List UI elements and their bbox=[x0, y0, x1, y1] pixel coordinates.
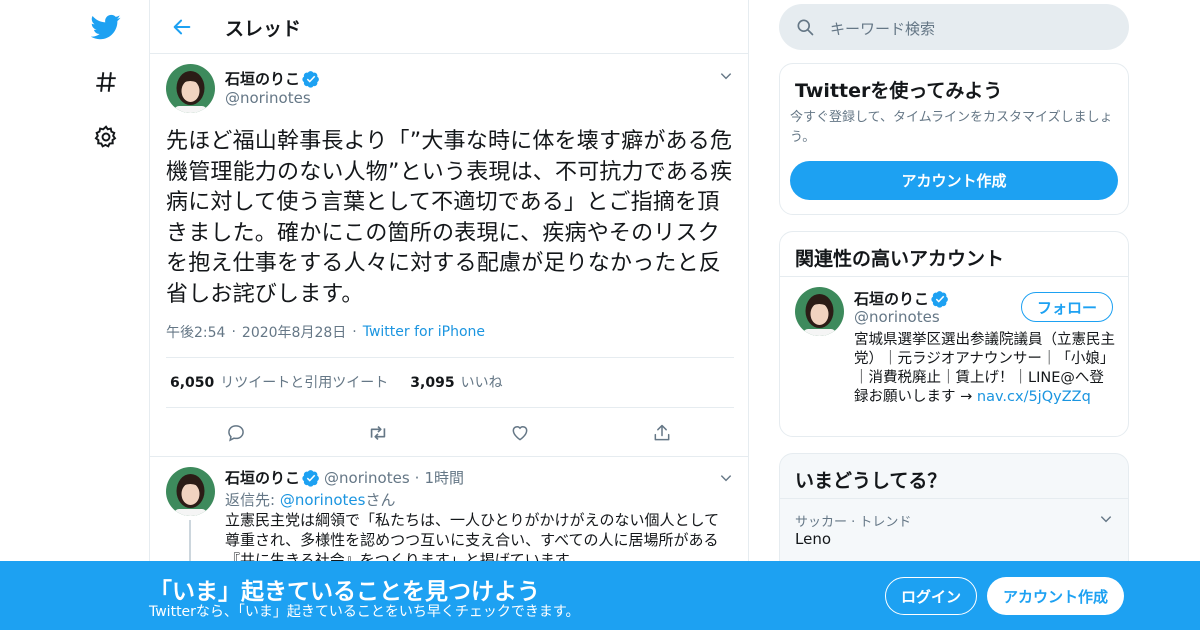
bio-link[interactable]: nav.cx/5jQyZZq bbox=[977, 389, 1091, 405]
hashtag-icon[interactable] bbox=[84, 60, 128, 104]
meta-separator: · bbox=[352, 324, 357, 340]
avatar[interactable] bbox=[166, 467, 215, 516]
related-author[interactable]: 石垣のりこ bbox=[854, 288, 949, 309]
twitter-bird-icon[interactable] bbox=[84, 5, 128, 49]
retweet-count: 6,050 bbox=[170, 375, 215, 391]
reply-to-suffix: さん bbox=[365, 491, 396, 509]
chevron-down-icon[interactable] bbox=[1096, 509, 1116, 529]
meta-separator: · bbox=[231, 324, 236, 340]
divider bbox=[166, 407, 734, 408]
divider bbox=[166, 357, 734, 358]
gear-icon[interactable] bbox=[84, 115, 128, 159]
signup-card-text: 今すぐ登録して、タイムラインをカスタマイズしましょう。 bbox=[790, 110, 1113, 145]
meta-separator: · bbox=[414, 468, 420, 487]
divider bbox=[780, 498, 1128, 499]
chevron-down-icon[interactable] bbox=[716, 66, 736, 86]
reply-header: 石垣のりこ @norinotes · 1時間 bbox=[225, 467, 464, 488]
tweet-meta: 午後2:54 · 2020年8月28日 · Twitter for iPhone bbox=[166, 322, 485, 342]
divider bbox=[150, 456, 748, 457]
timeline-column: スレッド 石垣のりこ @norinotes 先ほど福山幹事長より「”大事な時に体… bbox=[149, 0, 749, 630]
login-button[interactable]: ログイン bbox=[885, 577, 977, 615]
avatar[interactable] bbox=[795, 287, 844, 336]
divider bbox=[780, 276, 1128, 277]
verified-badge-icon bbox=[302, 469, 320, 487]
verified-badge-icon bbox=[931, 290, 949, 308]
related-author-bio: 宮城県選挙区選出参議院議員（立憲民主党）｜元ラジオアナウンサー｜「小娘」｜消費税… bbox=[854, 331, 1116, 407]
tweet-source[interactable]: Twitter for iPhone bbox=[363, 324, 485, 340]
search-input[interactable]: キーワード検索 bbox=[830, 18, 935, 39]
tweet-date[interactable]: 2020年8月28日 bbox=[242, 322, 346, 342]
trend-category: サッカー · トレンド bbox=[795, 515, 912, 530]
tweet-actions bbox=[150, 418, 748, 448]
retweet-icon[interactable] bbox=[363, 418, 393, 448]
like-label: いいね bbox=[460, 375, 503, 391]
trends-card-title: いまどうしてる？ bbox=[795, 470, 947, 492]
create-account-button[interactable]: アカウント作成 bbox=[790, 161, 1118, 200]
search-icon bbox=[795, 17, 815, 37]
reply-author-handle[interactable]: @norinotes bbox=[324, 469, 410, 487]
retweet-count-link[interactable]: 6,050 リツイートと引用ツイート bbox=[170, 372, 388, 392]
signup-card-title: Twitterを使ってみよう bbox=[795, 80, 1003, 102]
banner-subtitle: Twitterなら、「いま」起きていることをいち早くチェックできます。 bbox=[149, 604, 580, 620]
avatar[interactable] bbox=[166, 64, 215, 113]
search-box[interactable]: キーワード検索 bbox=[779, 4, 1129, 50]
verified-badge-icon bbox=[302, 70, 320, 88]
left-nav bbox=[84, 0, 128, 630]
reply-author-name[interactable]: 石垣のりこ bbox=[225, 467, 300, 488]
tweet-stats: 6,050 リツイートと引用ツイート 3,095 いいね bbox=[170, 372, 503, 392]
tweet-text: 先ほど福山幹事長より「”大事な時に体を壊す癖がある危機管理能力のない人物”という… bbox=[166, 129, 733, 307]
author-handle[interactable]: @norinotes bbox=[225, 89, 311, 107]
related-card-title: 関連性の高いアカウント bbox=[795, 248, 1005, 270]
related-accounts-card: 関連性の高いアカウント 石垣のりこ @norinotes フォロー 宮城県選挙区… bbox=[779, 231, 1129, 437]
tweet-time[interactable]: 午後2:54 bbox=[166, 322, 225, 342]
column-header: スレッド bbox=[150, 0, 748, 54]
retweet-label: リツイートと引用ツイート bbox=[220, 375, 389, 391]
signup-banner: 「いま」起きていることを見つけよう Twitterなら、「いま」起きていることを… bbox=[0, 561, 1200, 630]
reply-to-prefix: 返信先: bbox=[225, 491, 280, 509]
like-count: 3,095 bbox=[410, 375, 455, 391]
share-icon[interactable] bbox=[647, 418, 677, 448]
follow-button[interactable]: フォロー bbox=[1021, 292, 1113, 322]
signup-button[interactable]: アカウント作成 bbox=[987, 577, 1124, 615]
related-author-handle[interactable]: @norinotes bbox=[854, 308, 940, 326]
author-name-text[interactable]: 石垣のりこ bbox=[225, 68, 300, 89]
back-arrow-icon[interactable] bbox=[166, 11, 198, 43]
signup-card: Twitterを使ってみよう 今すぐ登録して、タイムラインをカスタマイズしましょ… bbox=[779, 63, 1129, 215]
chevron-down-icon[interactable] bbox=[716, 468, 736, 488]
reply-icon[interactable] bbox=[221, 418, 251, 448]
like-count-link[interactable]: 3,095 いいね bbox=[410, 372, 502, 392]
reply-to-line: 返信先: @norinotesさん bbox=[225, 489, 395, 510]
trend-name[interactable]: Leno bbox=[795, 530, 831, 548]
reply-time[interactable]: 1時間 bbox=[424, 467, 464, 488]
related-author-name[interactable]: 石垣のりこ bbox=[854, 288, 929, 309]
reply-to-link[interactable]: @norinotes bbox=[280, 491, 366, 509]
page-title: スレッド bbox=[225, 18, 302, 40]
author-name[interactable]: 石垣のりこ bbox=[225, 68, 320, 89]
heart-icon[interactable] bbox=[505, 418, 535, 448]
